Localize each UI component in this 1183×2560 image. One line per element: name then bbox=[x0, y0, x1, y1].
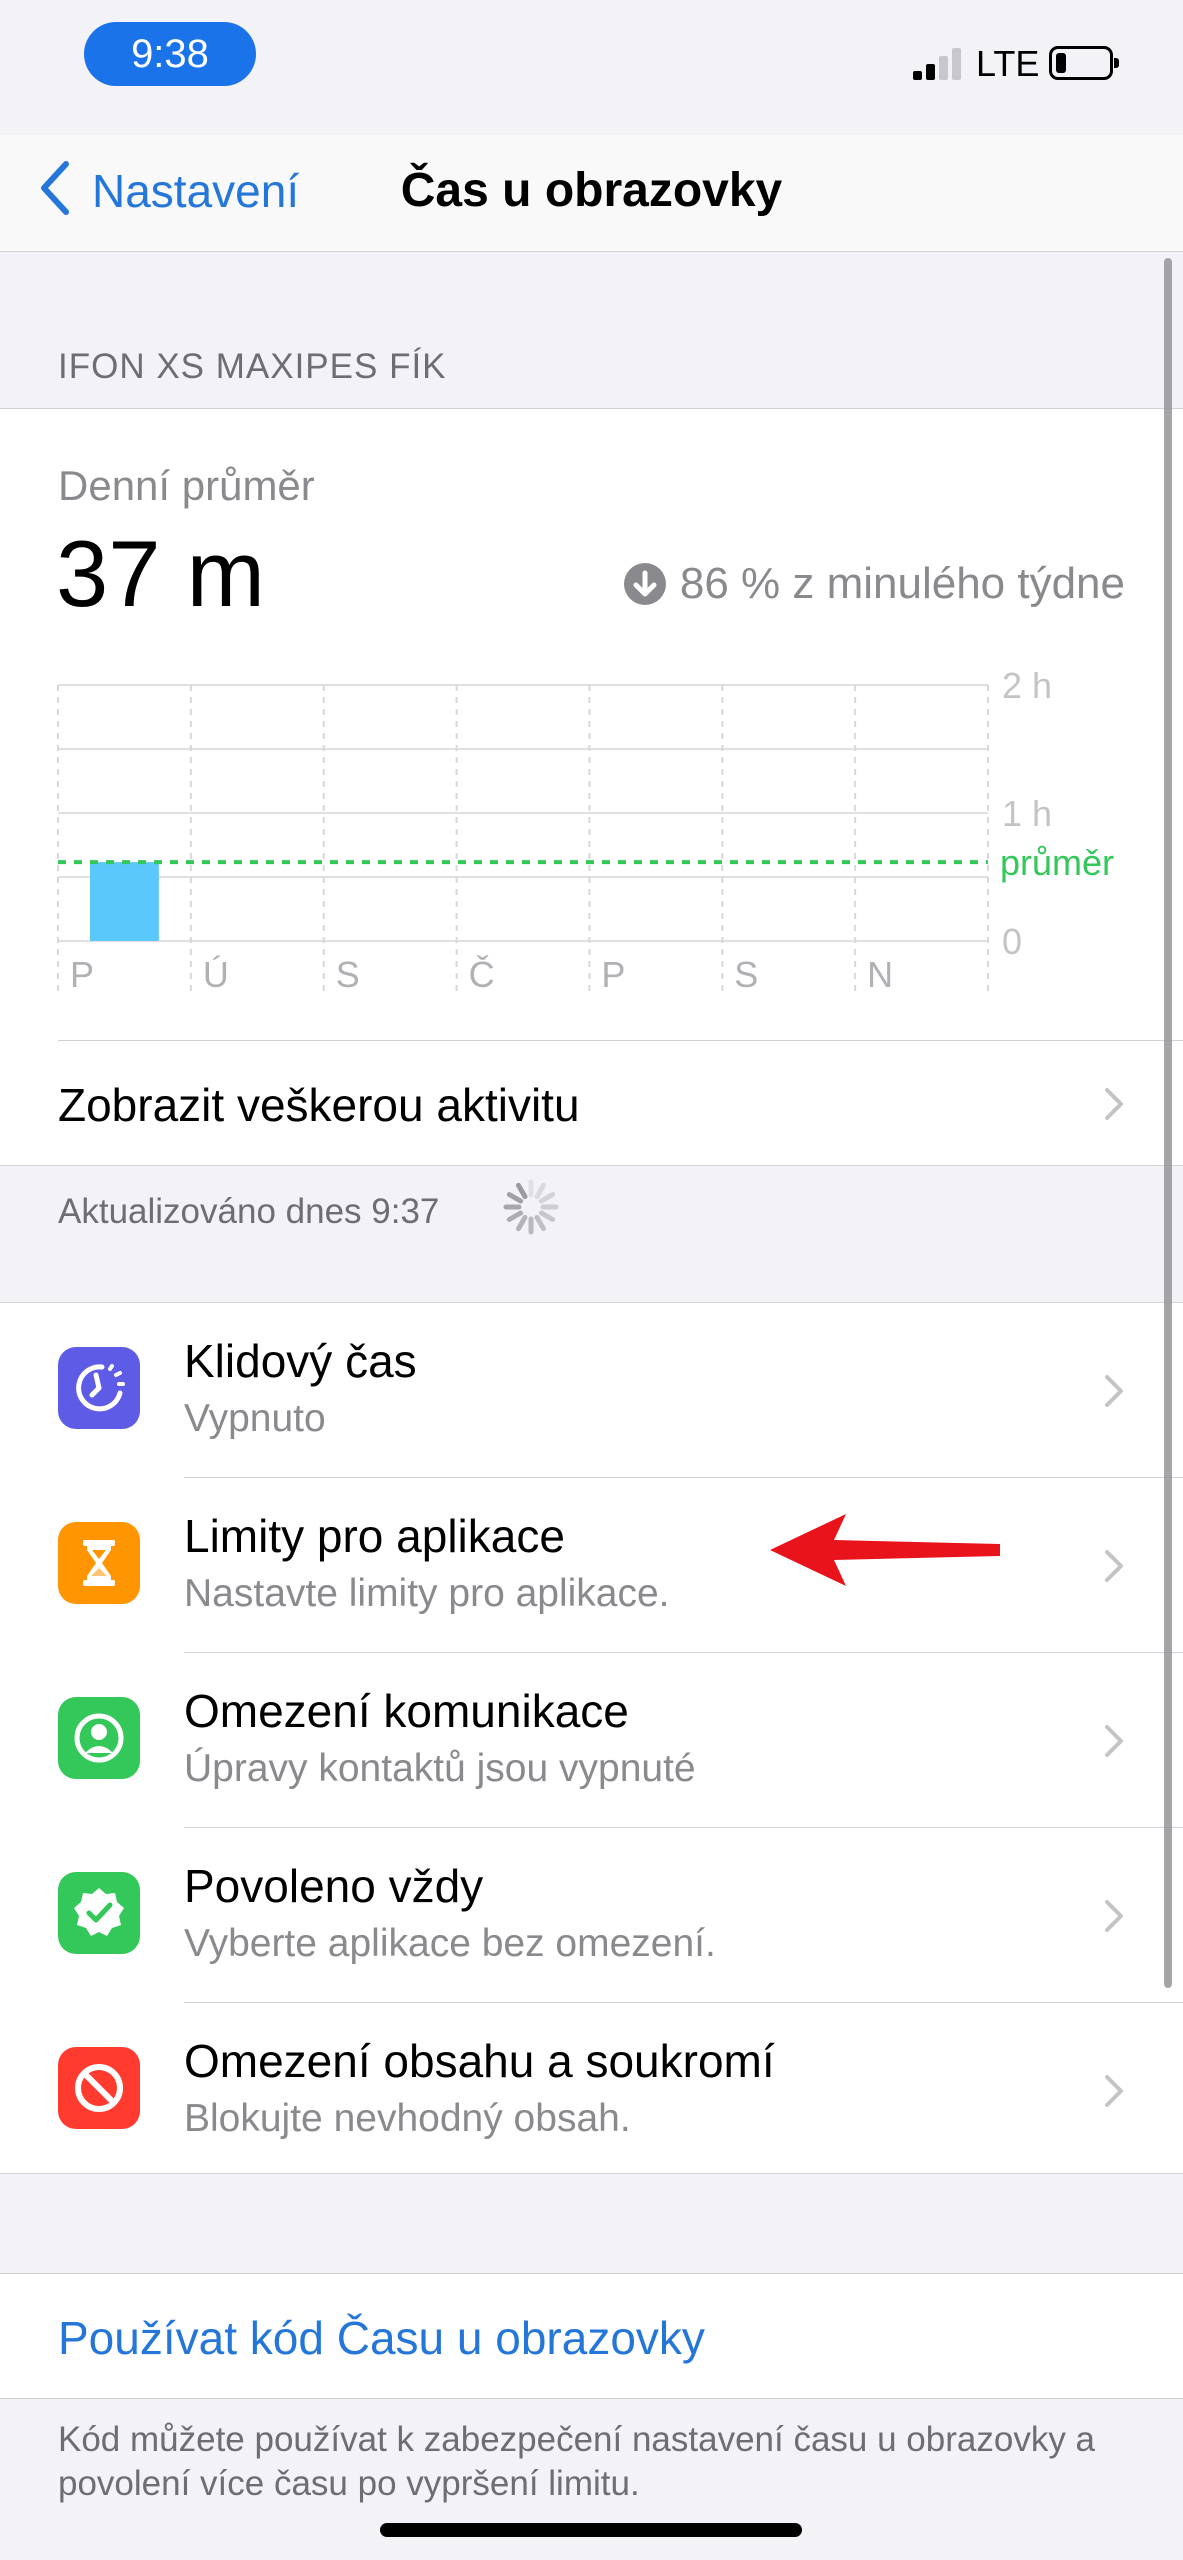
chart-bar bbox=[90, 862, 159, 941]
use-passcode-row[interactable]: Používat kód Času u obrazovky bbox=[0, 2273, 1183, 2399]
menu-item-title: Omezení obsahu a soukromí bbox=[184, 2035, 775, 2087]
menu-item-title: Limity pro aplikace bbox=[184, 1510, 565, 1562]
weekly-trend-text: 86 % z minulého týdne bbox=[679, 559, 1125, 608]
scrollbar[interactable] bbox=[1164, 258, 1172, 1988]
checkmark-badge-icon bbox=[58, 1872, 140, 1954]
menu-item-title: Klidový čas bbox=[184, 1335, 417, 1387]
use-passcode-button[interactable]: Používat kód Času u obrazovky bbox=[58, 2310, 705, 2366]
downtime-icon bbox=[58, 1347, 140, 1429]
navigation-bar: Nastavení Čas u obrazovky bbox=[0, 135, 1183, 252]
network-type: LTE bbox=[976, 43, 1040, 84]
chart-average-label: průměr bbox=[1000, 842, 1114, 883]
usage-summary-card: Denní průměr 37 m 86 % z minulého týdne … bbox=[0, 408, 1183, 1166]
menu-item-always-allowed[interactable]: Povoleno vždy Vyberte aplikace bez omeze… bbox=[0, 1828, 1183, 2002]
chart-y-tick-label: 1 h bbox=[1002, 793, 1052, 834]
spinner-segment bbox=[534, 1182, 546, 1200]
menu-item-subtitle: Úpravy kontaktů jsou vypnuté bbox=[184, 1747, 696, 1790]
chart-x-tick-label: N bbox=[867, 954, 893, 995]
menu-item-subtitle: Vypnuto bbox=[184, 1397, 326, 1440]
menu-item-subtitle: Blokujte nevhodný obsah. bbox=[184, 2097, 631, 2140]
daily-average-value: 37 m bbox=[56, 521, 265, 626]
chevron-right-icon bbox=[1105, 2075, 1123, 2107]
chevron-right-icon bbox=[1105, 1725, 1123, 1757]
weekly-trend: 86 % z minulého týdne bbox=[623, 557, 1125, 611]
chart-x-tick-label: S bbox=[734, 954, 758, 995]
chevron-right-icon bbox=[1105, 1375, 1123, 1407]
chart-y-tick-label: 2 h bbox=[1002, 665, 1052, 706]
loading-spinner-icon bbox=[503, 1179, 559, 1235]
daily-average-label: Denní průměr bbox=[58, 462, 315, 509]
menu-item-subtitle: Vyberte aplikace bez omezení. bbox=[184, 1922, 716, 1965]
spinner-segment bbox=[516, 1214, 528, 1232]
status-bar: 9:38 LTE bbox=[0, 0, 1183, 135]
settings-list: Klidový čas Vypnuto Limity pro aplikace … bbox=[0, 1302, 1183, 2174]
show-all-activity-row[interactable]: Zobrazit veškerou aktivitu bbox=[0, 1041, 1183, 1167]
arrow-down-circle-icon bbox=[623, 563, 666, 605]
chart-x-tick-label: Č bbox=[469, 954, 495, 995]
menu-item-downtime[interactable]: Klidový čas Vypnuto bbox=[0, 1303, 1183, 1477]
menu-item-subtitle: Nastavte limity pro aplikace. bbox=[184, 1572, 670, 1615]
chevron-right-icon bbox=[1105, 1088, 1123, 1120]
home-indicator[interactable] bbox=[380, 2523, 802, 2537]
chart-x-tick-label: P bbox=[70, 954, 94, 995]
updated-timestamp: Aktualizováno dnes 9:37 bbox=[58, 1192, 440, 1231]
chart-x-tick-label: S bbox=[336, 954, 360, 995]
chart-x-tick-label: P bbox=[601, 954, 625, 995]
weekly-usage-chart[interactable]: průměr 2 h 1 h 0 P Ú S Č P S N bbox=[0, 649, 1183, 1029]
spinner-segment bbox=[506, 1192, 524, 1204]
spinner-segment bbox=[534, 1214, 546, 1232]
hourglass-icon bbox=[58, 1522, 140, 1604]
chart-y-tick-label: 0 bbox=[1002, 921, 1022, 962]
show-all-activity-label: Zobrazit veškerou aktivitu bbox=[58, 1079, 580, 1131]
menu-item-content-privacy[interactable]: Omezení obsahu a soukromí Blokujte nevho… bbox=[0, 2003, 1183, 2177]
menu-item-title: Povoleno vždy bbox=[184, 1860, 484, 1912]
chevron-right-icon bbox=[1105, 1900, 1123, 1932]
cellular-signal-icon bbox=[913, 46, 963, 80]
spinner-segment bbox=[516, 1182, 528, 1200]
spinner-segment bbox=[538, 1210, 556, 1222]
menu-item-communication-limits[interactable]: Omezení komunikace Úpravy kontaktů jsou … bbox=[0, 1653, 1183, 1827]
spinner-segment bbox=[506, 1210, 524, 1222]
menu-item-app-limits[interactable]: Limity pro aplikace Nastavte limity pro … bbox=[0, 1478, 1183, 1652]
battery-icon bbox=[1049, 46, 1119, 80]
status-time[interactable]: 9:38 bbox=[84, 22, 256, 86]
chevron-right-icon bbox=[1105, 1550, 1123, 1582]
chart-x-tick-label: Ú bbox=[203, 954, 229, 995]
restriction-icon bbox=[58, 2047, 140, 2129]
spinner-segment bbox=[538, 1192, 556, 1204]
device-name-header: IFON XS MAXIPES FÍK bbox=[58, 347, 447, 386]
red-arrow-annotation-icon bbox=[770, 1514, 1000, 1586]
page-title: Čas u obrazovky bbox=[400, 164, 783, 217]
contact-icon bbox=[58, 1697, 140, 1779]
menu-item-title: Omezení komunikace bbox=[184, 1685, 629, 1737]
passcode-footer-text: Kód můžete používat k zabezpečení nastav… bbox=[58, 2420, 1096, 2503]
